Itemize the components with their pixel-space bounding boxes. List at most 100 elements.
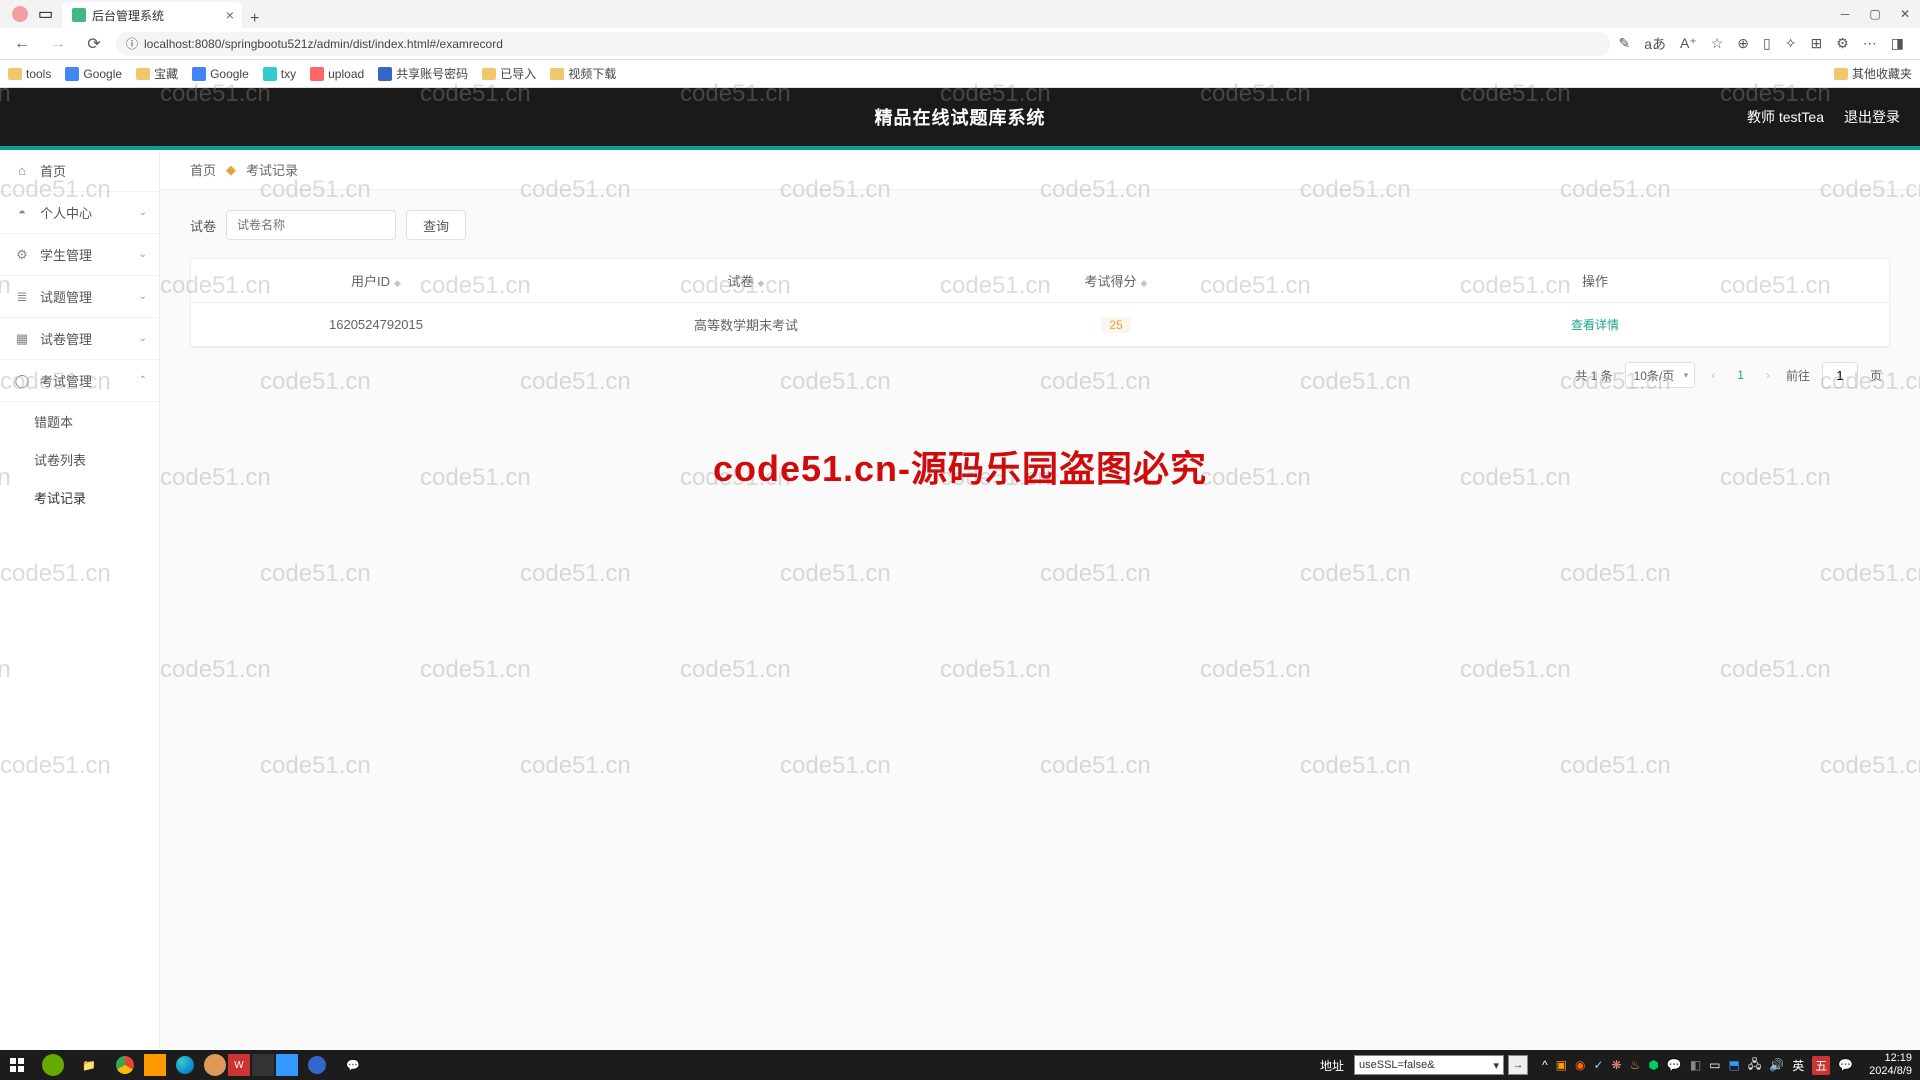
tray-icon[interactable]: ❋ [1612,1058,1622,1072]
sidebar-item-papers[interactable]: ▦ 试卷管理 ⌄ [0,318,159,360]
reload-button[interactable]: ⟳ [80,30,108,58]
bookmark-google2[interactable]: Google [192,67,249,81]
search-input[interactable] [226,210,396,240]
tray-ime2[interactable]: 五 [1812,1056,1830,1075]
tb-addr-label: 地址 [1320,1057,1344,1074]
pagination: 共 1 条 10条/页 ▾ ‹ 1 › 前往 页 [190,348,1890,402]
th-paper[interactable]: 试卷◆ [561,271,931,290]
favorite-icon[interactable]: ☆ [1711,35,1724,52]
ext2-icon[interactable]: ⊞ [1810,35,1822,52]
search-label: 试卷 [190,216,216,235]
window-close-button[interactable]: ✕ [1898,7,1912,21]
site-info-icon: ⓘ [126,35,138,52]
sidebar-item-questions[interactable]: ≣ 试题管理 ⌄ [0,276,159,318]
start-button[interactable] [0,1050,34,1080]
more-icon[interactable]: ⋯ [1863,35,1877,52]
sidebar-sub-paperlist[interactable]: 试卷列表 [0,440,159,478]
tb-app-1[interactable] [42,1054,64,1076]
tray-notif-icon[interactable]: 💬 [1838,1058,1853,1072]
tb-chrome[interactable] [108,1050,142,1080]
sidebar-toggle-icon[interactable]: ◨ [1891,35,1904,52]
user-label[interactable]: 教师 testTea [1747,107,1824,127]
tb-app-2[interactable] [204,1054,226,1076]
tb-edge[interactable] [168,1050,202,1080]
tb-explorer[interactable]: 📁 [72,1050,106,1080]
circle-icon: ◯ [14,373,30,389]
table: 用户ID◆ 试卷◆ 考试得分◆ 操作 1620524792015 高等数学期末考… [190,258,1890,348]
tab-overview-icon[interactable]: ▭ [38,4,53,24]
bookmark-txy[interactable]: txy [263,67,296,81]
collections-icon[interactable]: ✧ [1785,35,1797,52]
breadcrumb: 首页 ◆ 考试记录 [160,150,1920,190]
th-score[interactable]: 考试得分◆ [931,271,1301,290]
page-goto-input[interactable] [1822,362,1858,388]
chevron-down-icon: ⌄ [139,291,147,302]
view-detail-link[interactable]: 查看详情 [1571,318,1619,332]
th-userid[interactable]: 用户ID◆ [191,271,561,290]
tray-icon[interactable]: ✓ [1593,1058,1603,1072]
profile-icon[interactable] [12,6,28,22]
tray-icon[interactable]: ◧ [1690,1058,1701,1072]
tray-icon[interactable]: 💬 [1667,1058,1682,1072]
bookmark-baozang[interactable]: 宝藏 [136,65,178,82]
tb-wechat[interactable]: 💬 [336,1050,370,1080]
page-prev-button[interactable]: ‹ [1707,368,1719,382]
edit-icon[interactable]: ✎ [1618,35,1630,52]
page-size-select[interactable]: 10条/页 ▾ [1625,362,1696,388]
tray-volume-icon[interactable]: 🔊 [1769,1058,1784,1072]
tb-app-3[interactable] [276,1054,298,1076]
tab-close-button[interactable]: × [226,7,234,23]
translate-icon[interactable]: aあ [1644,34,1666,54]
tb-addr-input[interactable]: useSSL=false&▾ [1354,1055,1504,1075]
sidebar-item-exams[interactable]: ◯ 考试管理 ⌃ [0,360,159,402]
extensions-icon[interactable]: ⊕ [1737,35,1749,52]
sidebar-sub-examrecord[interactable]: 考试记录 [0,478,159,516]
tb-wps[interactable]: W [228,1054,250,1076]
page-next-button[interactable]: › [1762,368,1774,382]
forward-button[interactable]: → [44,30,72,58]
browser-tab[interactable]: 后台管理系统 × [62,2,242,28]
new-tab-button[interactable]: + [242,10,267,28]
tray-icon[interactable]: ◉ [1575,1058,1585,1072]
tray-icon[interactable]: ⬒ [1729,1058,1740,1072]
breadcrumb-home[interactable]: 首页 [190,160,216,179]
sidebar-sub-wrongbook[interactable]: 错题本 [0,402,159,440]
sidebar-item-personal[interactable]: ◓ 个人中心 ⌄ [0,192,159,234]
back-button[interactable]: ← [8,30,36,58]
tray-up-icon[interactable]: ^ [1542,1058,1548,1072]
window-maximize-button[interactable]: ▢ [1868,7,1882,21]
split-icon[interactable]: ▯ [1763,35,1771,52]
logout-button[interactable]: 退出登录 [1844,107,1900,127]
tray-ime[interactable]: 英 [1792,1057,1804,1074]
tb-go-button[interactable]: → [1508,1055,1528,1075]
app-title: 精品在线试题库系统 [875,104,1046,130]
text-size-icon[interactable]: A⁺ [1680,35,1697,52]
link-icon[interactable]: ⚙ [1836,35,1849,52]
sidebar-item-home[interactable]: ⌂ 首页 [0,150,159,192]
app-header: 精品在线试题库系统 教师 testTea 退出登录 [0,88,1920,146]
page-current[interactable]: 1 [1731,368,1750,382]
tb-clock[interactable]: 12:19 2024/8/9 [1861,1052,1920,1078]
window-minimize-button[interactable]: ─ [1838,7,1852,21]
tray-icon[interactable]: ♨ [1630,1058,1641,1072]
table-row: 1620524792015 高等数学期末考试 25 查看详情 [191,303,1889,347]
tray-network-icon[interactable]: 🖧 [1748,1055,1761,1076]
sidebar-item-students[interactable]: ⚙ 学生管理 ⌄ [0,234,159,276]
sidebar: ⌂ 首页 ◓ 个人中心 ⌄ ⚙ 学生管理 ⌄ ≣ 试题管理 ⌄ ▦ 试卷管理 ⌄… [0,150,160,1050]
tray-icon[interactable]: ▣ [1556,1058,1567,1072]
bookmark-imported[interactable]: 已导入 [482,65,536,82]
bookmark-shared[interactable]: 共享账号密码 [378,65,468,82]
bookmark-other[interactable]: 其他收藏夹 [1834,65,1912,82]
bookmark-upload[interactable]: upload [310,67,364,81]
tb-sublime[interactable] [144,1054,166,1076]
url-input[interactable]: ⓘ localhost:8080/springbootu521z/admin/d… [116,32,1610,56]
tb-app-4[interactable] [300,1050,334,1080]
bookmark-video[interactable]: 视频下载 [550,65,616,82]
search-button[interactable]: 查询 [406,210,466,240]
bookmark-google[interactable]: Google [65,67,122,81]
tb-idea[interactable] [252,1054,274,1076]
bookmark-tools[interactable]: tools [8,67,51,81]
tray-icon[interactable]: ⬢ [1648,1058,1658,1072]
tray-icon[interactable]: ▭ [1709,1058,1720,1072]
grid-icon: ▦ [14,331,30,347]
